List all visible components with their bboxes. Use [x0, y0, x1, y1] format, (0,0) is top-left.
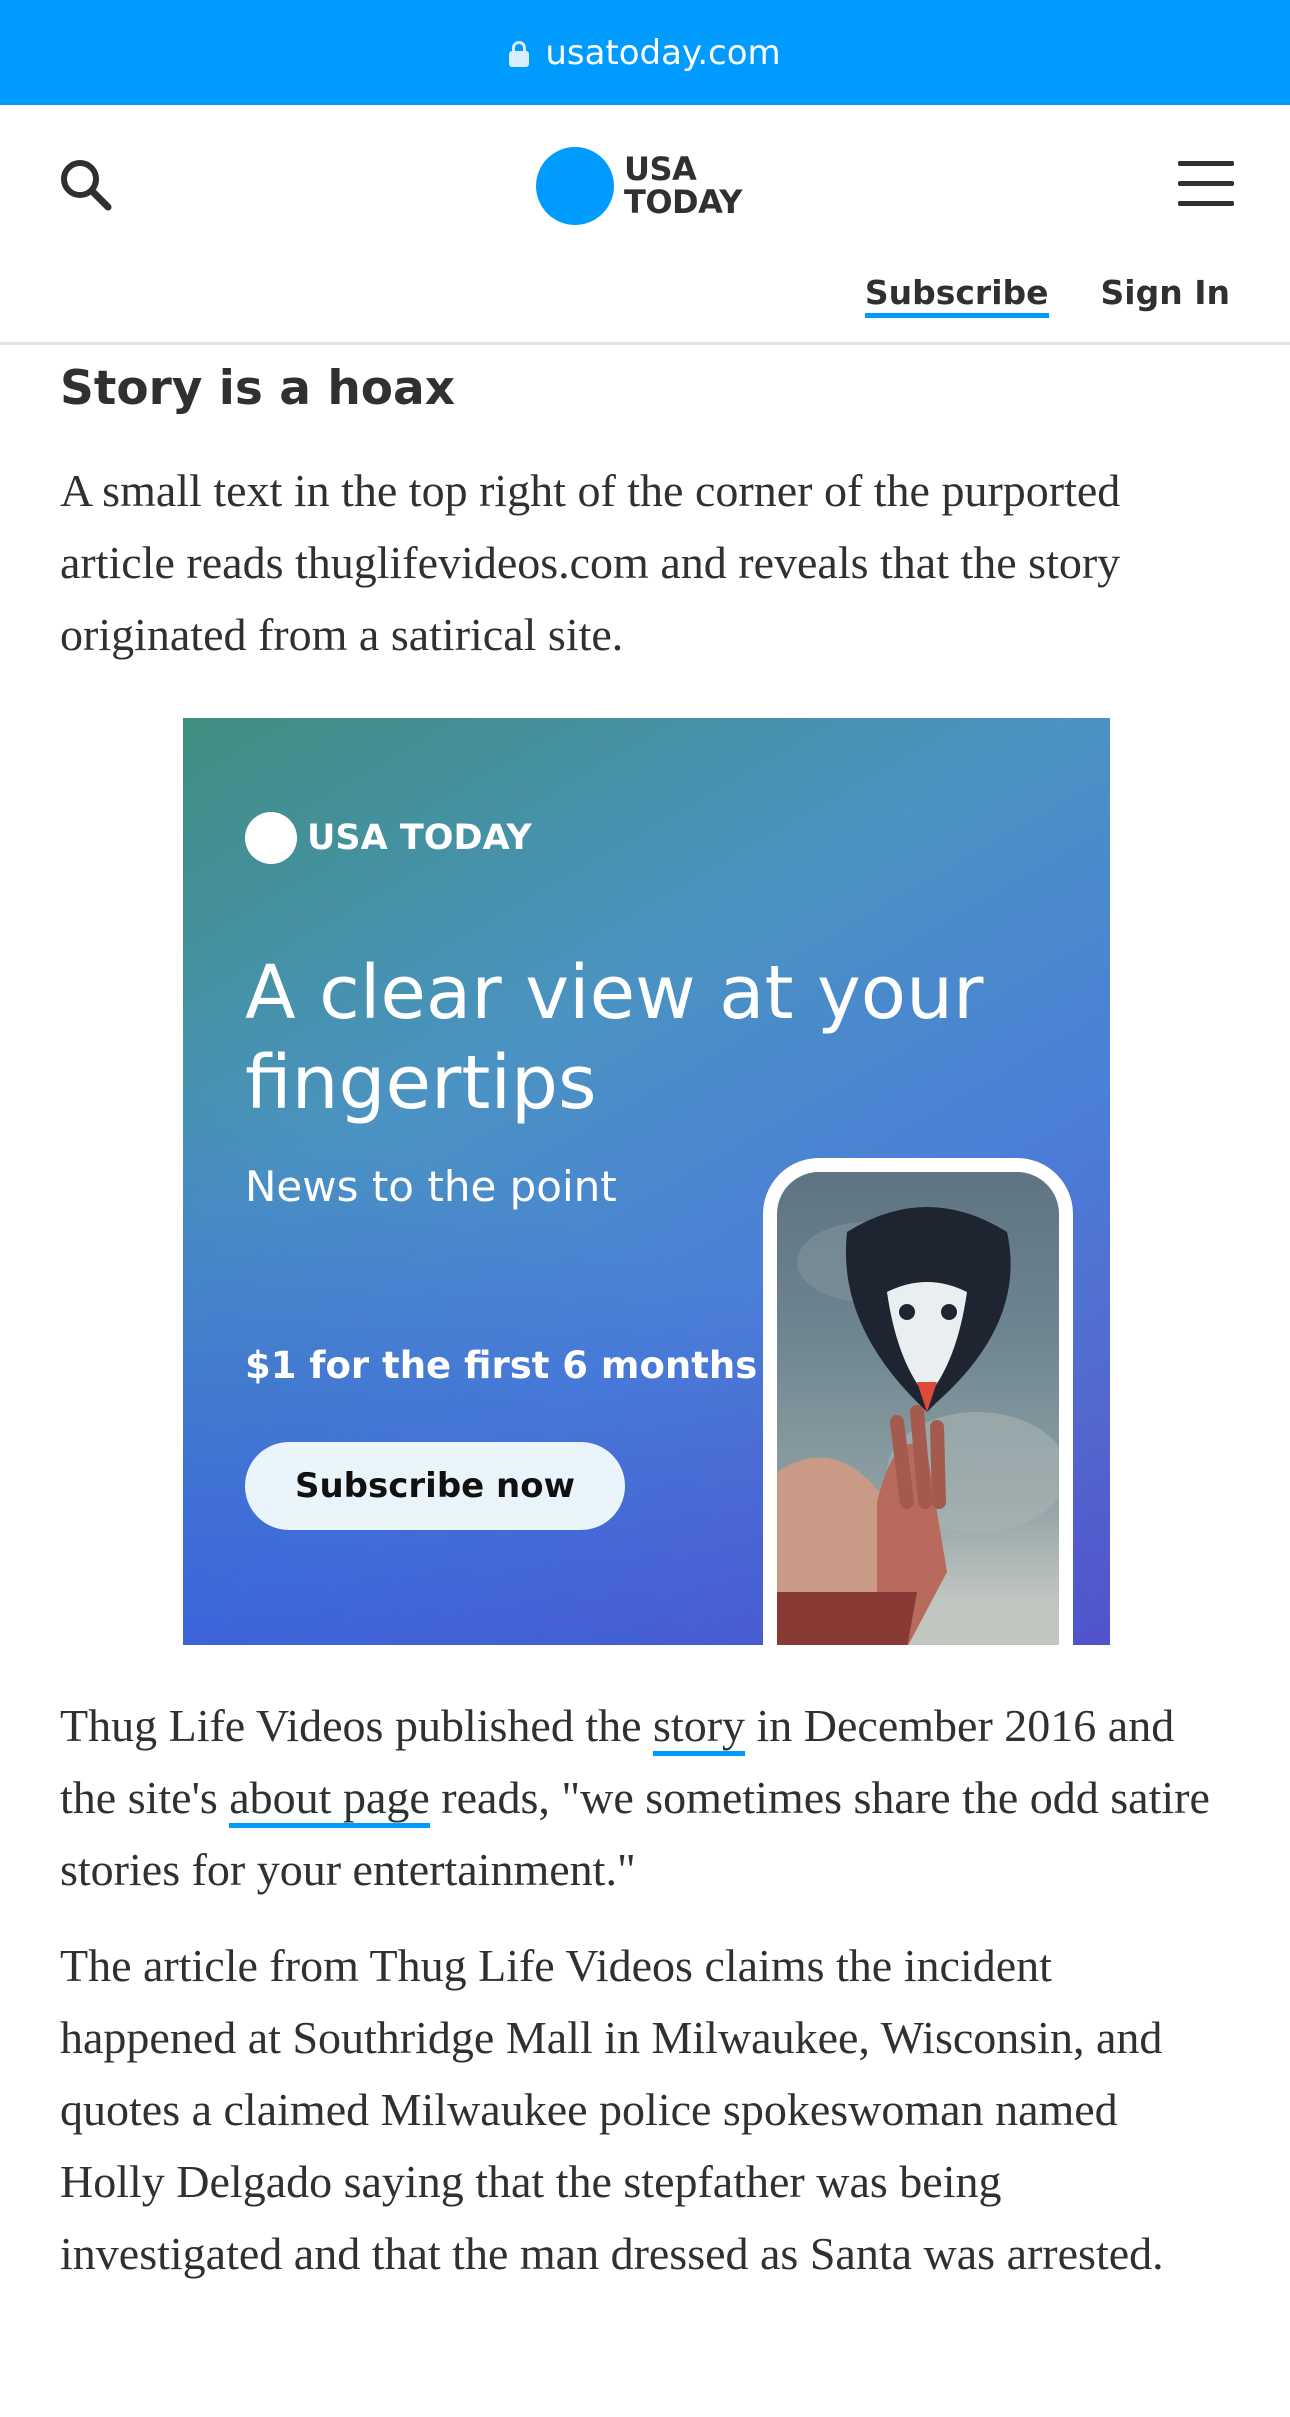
paragraph-2: Thug Life Videos published the story in … [60, 1700, 1210, 1895]
paragraph-1: A small text in the top right of the cor… [60, 465, 1121, 660]
story-link[interactable]: story [653, 1700, 746, 1756]
phone-mockup-image [763, 1158, 1073, 1645]
article-body: Story is a hoax A small text in the top … [60, 345, 1230, 671]
section-heading: Story is a hoax [60, 361, 456, 416]
about-page-link[interactable]: about page [229, 1772, 430, 1828]
subscribe-link[interactable]: Subscribe [864, 273, 1049, 318]
url-text: usatoday.com [545, 32, 781, 73]
ad-logo-dot [245, 812, 297, 864]
site-header: USA TODAY Subscribe Sign In [0, 105, 1290, 345]
ad-headline: A clear view at your fingertips [245, 950, 984, 1126]
header-account-links: Subscribe Sign In [864, 273, 1230, 318]
lock-icon [509, 40, 530, 67]
ad-logo: USA TODAY [245, 812, 532, 864]
subscribe-now-button[interactable]: Subscribe now [245, 1442, 625, 1530]
logo-dot [536, 147, 614, 225]
subscription-ad[interactable]: USA TODAY A clear view at your fingertip… [183, 718, 1110, 1645]
ad-subheadline: News to the point [245, 1162, 617, 1211]
sign-in-link[interactable]: Sign In [1101, 273, 1230, 318]
menu-button[interactable] [1178, 161, 1234, 207]
logo-wordmark: USA TODAY [624, 150, 742, 221]
ad-brand: USA TODAY [307, 818, 532, 858]
ad-price: $1 for the first 6 months [245, 1344, 758, 1387]
browser-url-bar[interactable]: usatoday.com [0, 0, 1290, 105]
search-icon [61, 160, 112, 211]
paragraph-3: The article from Thug Life Videos claims… [60, 1940, 1164, 2279]
search-button[interactable] [56, 155, 116, 215]
usa-today-logo[interactable]: USA TODAY [536, 147, 742, 225]
hamburger-icon [1178, 161, 1234, 206]
article-body-continued: Thug Life Videos published the story in … [60, 1690, 1230, 2290]
